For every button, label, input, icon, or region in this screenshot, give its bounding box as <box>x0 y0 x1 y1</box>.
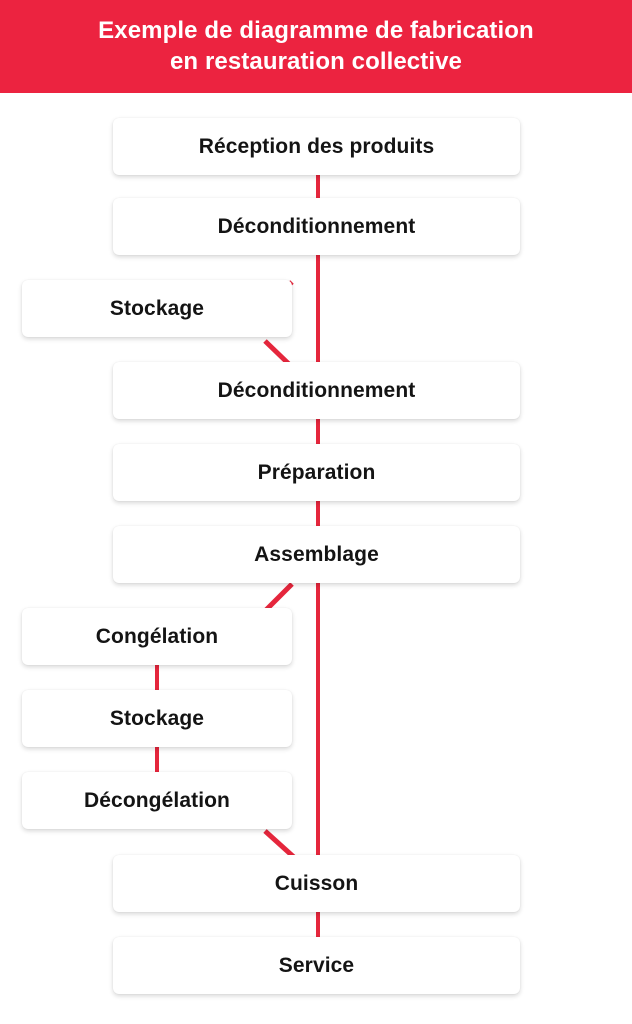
process-node-decond1[interactable]: Déconditionnement <box>113 198 520 255</box>
process-node-label: Réception des produits <box>198 135 435 158</box>
flowchart-diagram: Réception des produits Déconditionnement… <box>0 93 632 1024</box>
process-node-stockage2[interactable]: Stockage <box>22 690 292 747</box>
process-node-congelation[interactable]: Congélation <box>22 608 292 665</box>
process-node-label: Cuisson <box>274 872 359 895</box>
process-node-stockage1[interactable]: Stockage <box>22 280 292 337</box>
process-node-decond2[interactable]: Déconditionnement <box>113 362 520 419</box>
process-node-cuisson[interactable]: Cuisson <box>113 855 520 912</box>
page-header: Exemple de diagramme de fabrication en r… <box>0 0 632 93</box>
process-node-assemblage[interactable]: Assemblage <box>113 526 520 583</box>
connector-assemblage-congelation <box>263 582 294 613</box>
process-node-label: Assemblage <box>254 543 379 566</box>
process-node-preparation[interactable]: Préparation <box>113 444 520 501</box>
page-title: Exemple de diagramme de fabrication en r… <box>98 17 534 75</box>
process-node-label: Congélation <box>95 625 219 648</box>
process-node-label: Décongélation <box>84 789 230 812</box>
process-node-label: Service <box>278 954 355 977</box>
process-node-decongelation[interactable]: Décongélation <box>22 772 292 829</box>
flowchart-page: Exemple de diagramme de fabrication en r… <box>0 0 632 1024</box>
process-node-label: Préparation <box>257 461 376 484</box>
process-node-service[interactable]: Service <box>113 937 520 994</box>
process-node-label: Déconditionnement <box>217 215 416 238</box>
process-node-label: Déconditionnement <box>217 379 416 402</box>
process-node-reception[interactable]: Réception des produits <box>113 118 520 175</box>
process-node-label: Stockage <box>109 297 205 320</box>
process-node-label: Stockage <box>109 707 205 730</box>
